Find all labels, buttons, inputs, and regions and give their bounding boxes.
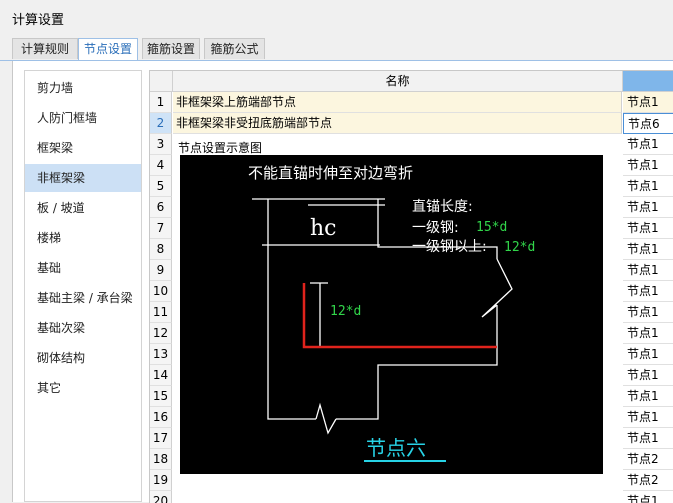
sidebar-item-masonry[interactable]: 砌体结构 [25, 344, 141, 372]
row-number[interactable]: 4 [150, 155, 172, 176]
sidebar-item-frame-beam[interactable]: 框架梁 [25, 134, 141, 162]
row-value-cell[interactable]: 节点1 [623, 491, 673, 503]
row-number[interactable]: 3 [150, 134, 172, 155]
row-value-cell[interactable]: 节点1 [623, 407, 673, 428]
hc-label: hc [310, 216, 337, 241]
row-number[interactable]: 16 [150, 407, 172, 428]
row-value-cell[interactable]: 节点1 [623, 155, 673, 176]
row-number[interactable]: 1 [150, 92, 172, 113]
sidebar-item-foundation-secondary-beam[interactable]: 基础次梁 [25, 314, 141, 342]
row-number[interactable]: 20 [150, 491, 172, 503]
row-number[interactable]: 6 [150, 197, 172, 218]
row-number[interactable]: 12 [150, 323, 172, 344]
sidebar-item-slab-ramp[interactable]: 板 / 坡道 [25, 194, 141, 222]
row-value-cell[interactable]: 节点1 [623, 218, 673, 239]
row-number[interactable]: 5 [150, 176, 172, 197]
row-value-cell[interactable]: 节点1 [623, 260, 673, 281]
row-number[interactable]: 14 [150, 365, 172, 386]
row-value-cell[interactable]: 节点1 [623, 197, 673, 218]
row-number[interactable]: 13 [150, 344, 172, 365]
row-value-cell[interactable]: 节点1 [623, 386, 673, 407]
row-value-cell-selected[interactable]: 节点6 [623, 113, 673, 134]
grade1-value: 15*d [476, 220, 507, 235]
grade1-label: 一级钢: [412, 220, 459, 236]
grade-above-label: 一级钢以上: [412, 239, 487, 255]
node-diagram-drawing: 不能直锚时伸至对边弯折 hc 直锚长度: 一级钢: 15*d 一级钢以上: 12… [248, 164, 535, 462]
row-value-cell[interactable]: 节点1 [623, 323, 673, 344]
sidebar-item-non-frame-beam[interactable]: 非框架梁 [25, 164, 141, 192]
sidebar-item-stairs[interactable]: 楼梯 [25, 224, 141, 252]
table-corner [150, 71, 173, 92]
node-name-label: 节点六 [366, 436, 426, 460]
row-value-cell[interactable]: 节点1 [623, 281, 673, 302]
node-diagram: 不能直锚时伸至对边弯折 hc 直锚长度: 一级钢: 15*d 一级钢以上: 12… [180, 155, 603, 474]
row-value-cell[interactable]: 节点1 [623, 302, 673, 323]
row-value-cell[interactable]: 节点2 [623, 449, 673, 470]
column-header-value[interactable] [623, 71, 673, 92]
row-number[interactable]: 7 [150, 218, 172, 239]
sidebar-item-foundation-main-beam[interactable]: 基础主梁 / 承台梁 [25, 284, 141, 312]
window-title: 计算设置 [12, 13, 65, 28]
row-number[interactable]: 18 [150, 449, 172, 470]
row-number[interactable]: 17 [150, 428, 172, 449]
row-name-cell[interactable]: 非框架梁上筋端部节点 [173, 92, 622, 113]
row-number[interactable]: 11 [150, 302, 172, 323]
row-value-cell[interactable]: 节点1 [623, 92, 673, 113]
row-name-cell[interactable]: 非框架梁非受扭底筋端部节点 [173, 113, 622, 134]
diagram-heading: 不能直锚时伸至对边弯折 [248, 164, 413, 182]
row-number[interactable]: 2 [150, 113, 172, 134]
tab-node-settings[interactable]: 节点设置 [78, 38, 138, 60]
sidebar-item-shear-wall[interactable]: 剪力墙 [25, 74, 141, 102]
row-number[interactable]: 19 [150, 470, 172, 491]
sidebar-item-other[interactable]: 其它 [25, 374, 141, 402]
sidebar-item-civil-defense-door-wall[interactable]: 人防门框墙 [25, 104, 141, 132]
tab-calc-rules[interactable]: 计算规则 [12, 38, 78, 59]
row-value-cell[interactable]: 节点1 [623, 365, 673, 386]
row-value-cell[interactable]: 节点1 [623, 428, 673, 449]
row-value-cell[interactable]: 节点1 [623, 344, 673, 365]
row-value-cell[interactable]: 节点1 [623, 134, 673, 155]
sidebar-item-foundation[interactable]: 基础 [25, 254, 141, 282]
bend-length-label: 12*d [330, 304, 361, 319]
column-header-name[interactable]: 名称 [173, 71, 623, 92]
tab-stirrup-formula[interactable]: 箍筋公式 [204, 38, 265, 59]
row-number[interactable]: 10 [150, 281, 172, 302]
row-value-cell[interactable]: 节点2 [623, 470, 673, 491]
component-sidebar: 剪力墙 人防门框墙 框架梁 非框架梁 板 / 坡道 楼梯 基础 基础主梁 / 承… [24, 70, 142, 502]
row-number[interactable]: 8 [150, 239, 172, 260]
grade-above-value: 12*d [504, 240, 535, 255]
row-value-cell[interactable]: 节点1 [623, 239, 673, 260]
anchor-title: 直锚长度: [412, 198, 473, 215]
row-value-cell[interactable]: 节点1 [623, 176, 673, 197]
row-number[interactable]: 15 [150, 386, 172, 407]
row-number[interactable]: 9 [150, 260, 172, 281]
tab-stirrup-settings[interactable]: 箍筋设置 [142, 38, 200, 59]
diagram-caption: 节点设置示意图 [178, 139, 263, 156]
